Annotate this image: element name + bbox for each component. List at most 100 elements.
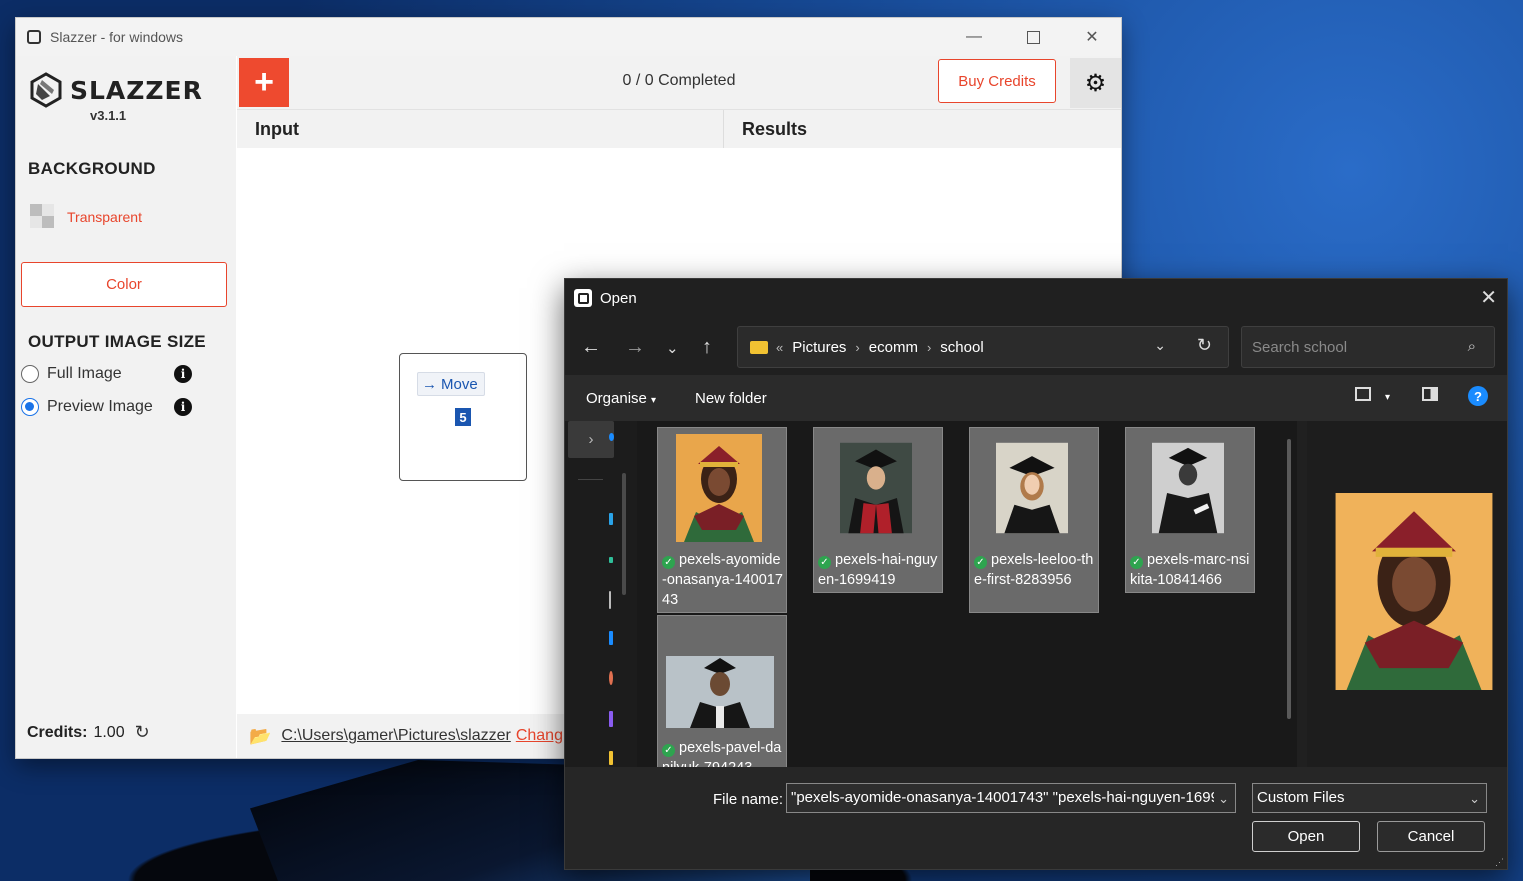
sidebar: SLAZZER v3.1.1 BACKGROUND Transparent Co… (16, 56, 236, 758)
file-name-label: File name: (713, 791, 784, 808)
command-bar: Organise ▾ New folder ▾ ? (565, 375, 1507, 421)
file-type-select[interactable]: Custom Files ⌄ (1252, 783, 1487, 813)
chevron-down-icon[interactable]: ⌄ (1154, 337, 1166, 354)
full-image-option[interactable]: Full Image (21, 365, 122, 383)
breadcrumb-ecomm[interactable]: ecomm (869, 339, 918, 356)
close-button[interactable]: ✕ (1063, 18, 1121, 56)
refresh-icon[interactable]: ↻ (1197, 335, 1212, 356)
title-bar[interactable]: Slazzer - for windows — ✕ (16, 18, 1121, 56)
nav-item-icon[interactable] (609, 433, 614, 441)
nav-item-icon[interactable] (609, 671, 613, 685)
recent-icon[interactable]: ⌄ (666, 339, 679, 357)
output-path-link[interactable]: C:\Users\gamer\Pictures\slazzer (281, 727, 510, 745)
preview-image-radio[interactable] (21, 398, 39, 416)
maximize-icon (1026, 30, 1040, 44)
file-name-input[interactable]: "pexels-ayomide-onasanya-14001743" "pexe… (786, 783, 1236, 813)
nav-scrollbar[interactable] (622, 473, 626, 595)
results-column-header: Results (742, 119, 808, 139)
transparent-icon (30, 204, 56, 230)
nav-item-expand[interactable]: › (568, 421, 614, 458)
dialog-footer: File name: "pexels-ayomide-onasanya-1400… (565, 767, 1507, 869)
view-dropdown-icon[interactable]: ▾ (1385, 392, 1390, 403)
drag-tooltip: → Move (417, 372, 485, 396)
drag-count-badge: 5 (455, 408, 471, 426)
chevron-right-icon: › (926, 339, 932, 355)
close-icon: ✕ (1085, 29, 1099, 46)
file-name-text: pexels-pavel-danilyuk-794243 (662, 740, 782, 767)
nav-divider (578, 479, 603, 480)
new-folder-button[interactable]: New folder (695, 390, 767, 407)
logo-icon (30, 72, 62, 108)
color-button[interactable]: Color (21, 262, 227, 307)
file-list-scrollbar[interactable] (1287, 439, 1291, 719)
minimize-icon: — (966, 28, 982, 45)
app-icon (574, 289, 592, 307)
preview-pane-icon[interactable] (1422, 387, 1438, 401)
info-icon[interactable]: i (174, 365, 192, 383)
resize-grip-icon[interactable]: ⋰ (1495, 857, 1505, 867)
preview-image-option[interactable]: Preview Image (21, 398, 153, 416)
buy-credits-button[interactable]: Buy Credits (938, 59, 1056, 103)
cancel-button[interactable]: Cancel (1377, 821, 1485, 852)
file-name-text: pexels-marc-nsikita-10841466 (1130, 552, 1250, 588)
nav-item-icon[interactable] (609, 751, 613, 765)
file-item[interactable]: ✓ pexels-leeloo-the-first-8283956 (969, 427, 1099, 613)
file-name-text: pexels-ayomide-onasanya-14001743 (662, 552, 783, 608)
open-button[interactable]: Open (1252, 821, 1360, 852)
chevron-down-icon[interactable]: ⌄ (1214, 785, 1229, 812)
check-icon: ✓ (974, 556, 987, 569)
open-dialog: Open ✕ ← → ⌄ ↑ « Pictures › ecomm › scho… (564, 278, 1508, 870)
file-name: ✓ pexels-marc-nsikita-10841466 (1130, 550, 1252, 590)
refresh-icon[interactable]: ↻ (135, 722, 150, 743)
nav-item-icon[interactable] (609, 557, 613, 563)
toolbar: + 0 / 0 Completed Buy Credits ⚙ (237, 56, 1121, 110)
credits-value: 1.00 (93, 723, 125, 741)
address-bar[interactable]: « Pictures › ecomm › school ⌄ ↻ (737, 326, 1229, 368)
file-name-value: "pexels-ayomide-onasanya-14001743" "pexe… (791, 789, 1219, 806)
search-input[interactable]: Search school ⌕ (1241, 326, 1495, 368)
file-item[interactable]: ✓ pexels-hai-nguyen-1699419 (813, 427, 943, 593)
logo-text: SLAZZER (70, 75, 203, 105)
preview-image (1335, 493, 1493, 690)
file-name: ✓ pexels-ayomide-onasanya-14001743 (662, 550, 784, 610)
background-section-title: BACKGROUND (28, 159, 156, 178)
preview-image-label: Preview Image (47, 398, 153, 415)
breadcrumb-overflow[interactable]: « (776, 340, 783, 355)
file-thumbnail (996, 442, 1068, 534)
breadcrumb-school[interactable]: school (940, 339, 983, 356)
nav-item-icon[interactable] (609, 513, 613, 525)
file-name: ✓ pexels-hai-nguyen-1699419 (818, 550, 940, 590)
folder-icon (750, 340, 768, 354)
transparent-option[interactable]: Transparent (30, 204, 142, 230)
file-name-text: pexels-leeloo-the-first-8283956 (974, 552, 1094, 588)
back-icon[interactable]: ← (581, 336, 601, 359)
drag-drop-target[interactable]: → Move 5 (399, 353, 527, 481)
transparent-label: Transparent (67, 209, 142, 225)
forward-icon[interactable]: → (625, 336, 645, 359)
full-image-label: Full Image (47, 365, 122, 382)
close-icon[interactable]: ✕ (1480, 285, 1497, 310)
minimize-button[interactable]: — (945, 18, 1003, 56)
nav-item-icon[interactable] (609, 591, 611, 609)
file-item[interactable]: ✓ pexels-ayomide-onasanya-14001743 (657, 427, 787, 613)
file-item[interactable]: ✓ pexels-marc-nsikita-10841466 (1125, 427, 1255, 593)
file-item[interactable]: ✓pexels-pavel-danilyuk-794243 (657, 615, 787, 767)
breadcrumb-pictures[interactable]: Pictures (792, 339, 846, 356)
change-path-link[interactable]: Chang (516, 727, 563, 745)
caret-down-icon: ▾ (651, 395, 657, 406)
navigation-bar: ← → ⌄ ↑ « Pictures › ecomm › school ⌄ ↻ … (565, 324, 1507, 370)
full-image-radio[interactable] (21, 365, 39, 383)
up-icon[interactable]: ↑ (702, 336, 712, 359)
nav-item-icon[interactable] (609, 631, 613, 645)
dialog-title-bar[interactable]: Open ✕ (565, 279, 1507, 317)
maximize-button[interactable] (1004, 18, 1062, 56)
organise-menu[interactable]: Organise ▾ (586, 390, 656, 407)
help-icon[interactable]: ? (1468, 386, 1488, 406)
view-icon[interactable] (1355, 387, 1371, 401)
nav-item-icon[interactable] (609, 711, 613, 727)
file-list: ✓ pexels-ayomide-onasanya-14001743 ✓ pexel… (637, 421, 1297, 767)
settings-button[interactable]: ⚙ (1070, 58, 1121, 108)
chevron-right-icon: › (855, 339, 860, 355)
info-icon[interactable]: i (174, 398, 192, 416)
chevron-down-icon: ⌄ (1469, 791, 1480, 806)
